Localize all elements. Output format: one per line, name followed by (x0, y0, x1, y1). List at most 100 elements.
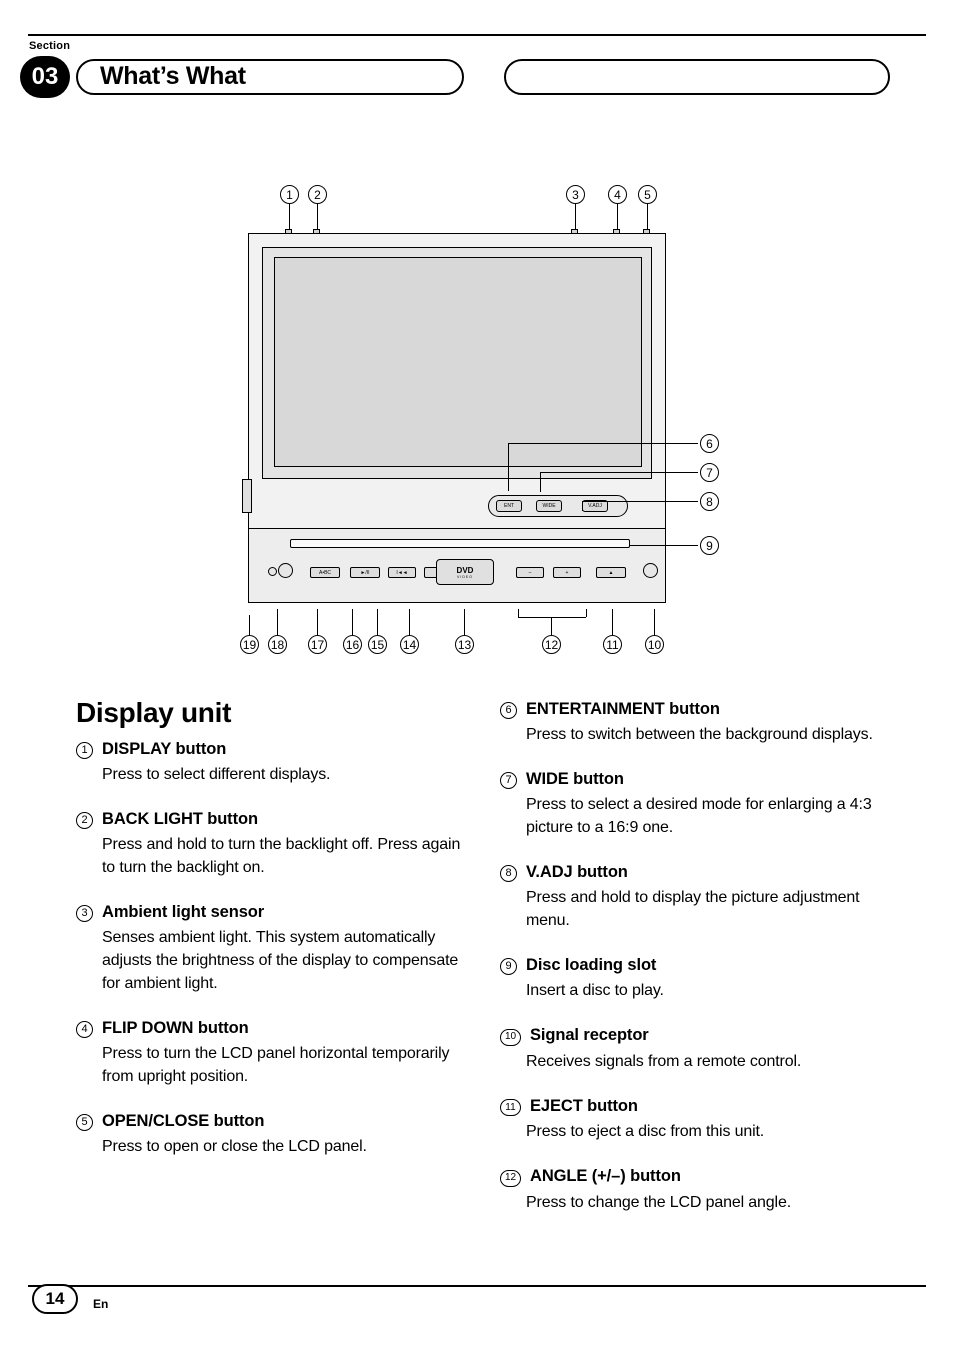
entry-text: Press to select a desired mode for enlar… (526, 796, 872, 837)
lead-line-7-drop (540, 472, 541, 492)
entry-text: Press to change the LCD panel angle. (526, 1193, 791, 1211)
figure-callout-2: 2 (308, 185, 327, 204)
lead-line-19 (249, 615, 250, 635)
page-title: Display unit (76, 697, 232, 728)
list-item: 11 EJECT button Press to eject a disc fr… (500, 1097, 900, 1144)
entry-heading: 4 FLIP DOWN button (76, 1019, 466, 1039)
device-angle-plus-button: + (553, 567, 581, 578)
figure-callout-13: 13 (455, 635, 474, 654)
disc-loading-slot (290, 539, 630, 548)
left-column: 1 DISPLAY button Press to select differe… (76, 740, 466, 1182)
device-angle-minus-button: – (516, 567, 544, 578)
device-eject-button: ▲ (596, 567, 626, 578)
small-knob (268, 567, 277, 576)
dvd-logo-subtext: VIDEO (457, 574, 473, 579)
lead-line-4 (617, 204, 618, 232)
entry-number: 11 (500, 1099, 521, 1117)
figure-callout-9: 9 (700, 536, 719, 555)
list-item: 1 DISPLAY button Press to select differe… (76, 740, 466, 786)
header-rule (28, 34, 926, 36)
lead-line-12 (551, 617, 552, 635)
lead-line-8 (582, 501, 698, 502)
figure-callout-14: 14 (400, 635, 419, 654)
entry-title: Disc loading slot (526, 956, 657, 975)
entry-number: 5 (76, 1114, 93, 1132)
entry-number: 10 (500, 1028, 521, 1046)
entry-number: 4 (76, 1021, 93, 1039)
entry-text: Senses ambient light. This system automa… (102, 929, 459, 993)
lead-line-12-bracket (518, 617, 586, 618)
figure-callout-7: 7 (700, 463, 719, 482)
language-label: En (93, 1297, 109, 1311)
lead-line-7 (540, 472, 698, 473)
entry-number: 9 (500, 958, 517, 976)
list-item: 8 V.ADJ button Press and hold to display… (500, 863, 900, 932)
list-item: 2 BACK LIGHT button Press and hold to tu… (76, 810, 466, 879)
lead-line-16 (352, 609, 353, 635)
lead-line-17 (317, 609, 318, 635)
entry-heading: 2 BACK LIGHT button (76, 810, 466, 830)
entry-title: Signal receptor (530, 1026, 649, 1045)
entry-heading: 1 DISPLAY button (76, 740, 466, 760)
entry-title: OPEN/CLOSE button (102, 1112, 265, 1131)
lead-line-12-right (586, 609, 587, 617)
entry-text: Insert a disc to play. (526, 982, 664, 1000)
figure-callout-5: 5 (638, 185, 657, 204)
entry-text: Receives signals from a remote control. (526, 1052, 802, 1070)
entry-title: Ambient light sensor (102, 903, 265, 922)
entry-number: 1 (76, 742, 93, 759)
figure-callout-1: 1 (280, 185, 299, 204)
figure-callout-3: 3 (566, 185, 585, 204)
entry-heading: 5 OPEN/CLOSE button (76, 1112, 466, 1132)
list-item: 7 WIDE button Press to select a desired … (500, 770, 900, 839)
entry-heading: 11 EJECT button (500, 1097, 900, 1118)
section-label: Section (29, 40, 71, 52)
entry-heading: 6 ENTERTAINMENT button (500, 700, 900, 720)
entry-heading: 12 ANGLE (+/–) button (500, 1167, 900, 1188)
figure-callout-11: 11 (603, 635, 622, 654)
lead-line-9 (630, 545, 698, 546)
list-item: 6 ENTERTAINMENT button Press to switch b… (500, 700, 900, 746)
manual-page: Section 03 What’s What 1 2 3 4 5 ENT WID… (0, 0, 954, 1352)
entry-title: ENTERTAINMENT button (526, 700, 720, 718)
lead-line-18 (277, 609, 278, 635)
entry-number: 3 (76, 905, 93, 923)
entry-title: ANGLE (+/–) button (530, 1167, 681, 1186)
entry-text: Press and hold to display the picture ad… (526, 889, 860, 930)
dvd-logo: DVD VIDEO (436, 559, 494, 585)
signal-receptor (643, 563, 658, 578)
entry-heading: 7 WIDE button (500, 770, 900, 790)
entry-title: WIDE button (526, 770, 624, 789)
lead-line-5 (647, 204, 648, 232)
reset-knob (278, 563, 293, 578)
entry-heading: 9 Disc loading slot (500, 956, 900, 976)
figure-callout-6: 6 (700, 434, 719, 453)
lead-line-10 (654, 609, 655, 635)
entry-number: 12 (500, 1169, 521, 1187)
section-number-badge: 03 (20, 56, 70, 98)
entry-title: EJECT button (530, 1096, 638, 1115)
lead-line-15 (377, 609, 378, 635)
list-item: 12 ANGLE (+/–) button Press to change th… (500, 1167, 900, 1214)
lead-line-6 (508, 443, 698, 444)
lead-line-1 (289, 204, 290, 232)
entry-text: Press to eject a disc from this unit. (526, 1123, 765, 1141)
entry-text: Press to open or close the LCD panel. (102, 1138, 367, 1156)
entry-heading: 10 Signal receptor (500, 1026, 900, 1047)
lcd-screen (274, 257, 642, 467)
device-ent-button: ENT (496, 500, 522, 512)
entry-text: Press and hold to turn the backlight off… (102, 836, 461, 877)
figure-callout-12: 12 (542, 635, 561, 654)
entry-text: Press to switch between the background d… (526, 726, 873, 743)
figure-callout-17: 17 (308, 635, 327, 654)
lead-line-3 (575, 204, 576, 232)
entry-number: 6 (500, 702, 517, 719)
device-prev-button: I◄◄ (388, 567, 416, 578)
entry-text: Press to turn the LCD panel horizontal t… (102, 1045, 450, 1086)
figure-callout-18: 18 (268, 635, 287, 654)
header-pill-right (504, 59, 890, 95)
figure-callout-8: 8 (700, 492, 719, 511)
device-abc-button: A•BC (310, 567, 340, 578)
entry-title: BACK LIGHT button (102, 810, 258, 829)
figure-callout-10: 10 (645, 635, 664, 654)
